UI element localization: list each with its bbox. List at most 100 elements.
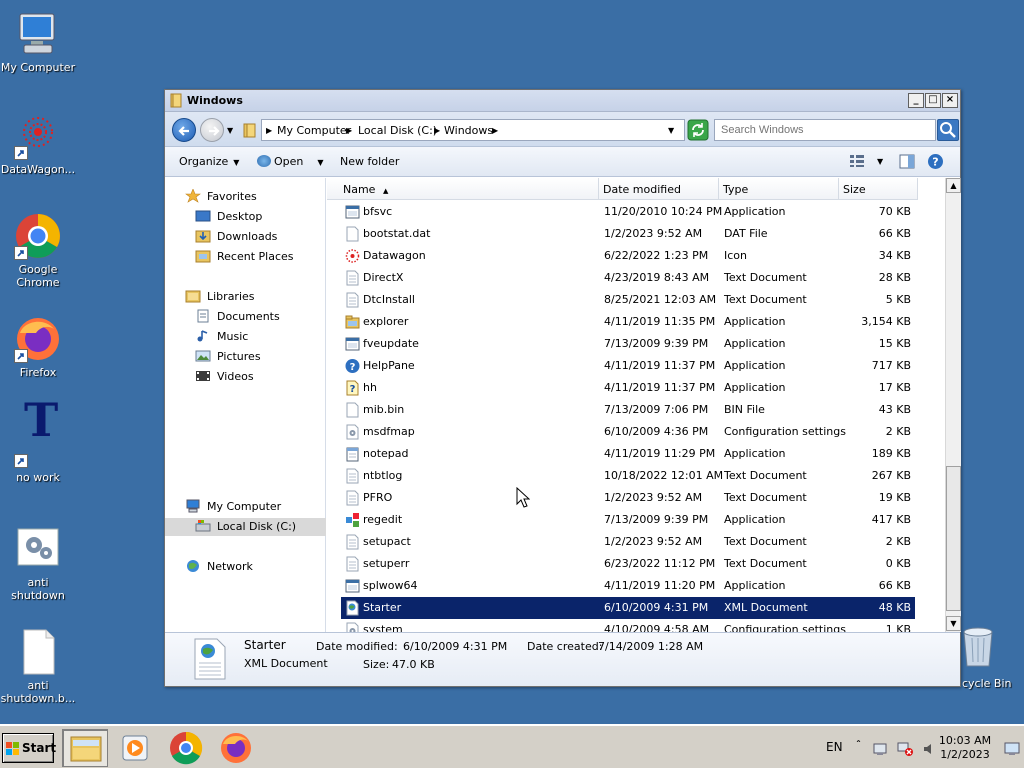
- file-name: bootstat.dat: [363, 227, 431, 240]
- file-row[interactable]: DtcInstall 8/25/2021 12:03 AM Text Documen…: [341, 289, 915, 311]
- file-row[interactable]: bfsvc 11/20/2010 10:24 PM Application 70 KB: [341, 201, 915, 223]
- desktop-icon-google-chrome[interactable]: Google Chrome: [0, 212, 76, 289]
- file-row[interactable]: notepad 4/11/2019 11:29 PM Application 189 …: [341, 443, 915, 465]
- language-indicator[interactable]: EN: [826, 740, 843, 754]
- forward-button[interactable]: [200, 118, 224, 142]
- file-name: explorer: [363, 315, 409, 328]
- file-row[interactable]: system 4/10/2009 4:58 AM Configuration set…: [341, 619, 915, 632]
- file-row[interactable]: bootstat.dat 1/2/2023 9:52 AM DAT File 66 K…: [341, 223, 915, 245]
- refresh-button[interactable]: [687, 119, 709, 141]
- volume-icon[interactable]: [922, 741, 936, 760]
- taskbar-media-player[interactable]: [112, 729, 158, 767]
- maximize-button[interactable]: □: [925, 93, 941, 108]
- open-button[interactable]: Open ▼: [257, 155, 324, 168]
- file-date-modified: 6/22/2022 1:23 PM: [604, 249, 709, 262]
- desktop-icon-anti-shutdown[interactable]: anti shutdown: [0, 525, 76, 602]
- desktop-icon-label: Firefox: [19, 366, 57, 379]
- file-row[interactable]: regedit 7/13/2009 9:39 PM Application 417 K…: [341, 509, 915, 531]
- sort-ascending-icon: ▲: [382, 187, 389, 195]
- clock[interactable]: 10:03 AM 1/2/2023: [936, 734, 994, 762]
- details-pane: Starter XML Document Date modified: 6/10…: [165, 632, 960, 686]
- file-row[interactable]: explorer 4/11/2019 11:35 PM Application 3,1…: [341, 311, 915, 333]
- breadcrumb-local-disk[interactable]: Local Disk (C:): [358, 124, 437, 137]
- title-bar[interactable]: Windows _ □ ×: [165, 90, 960, 112]
- downloads-icon: [195, 229, 211, 243]
- vertical-scrollbar[interactable]: ▲ ▼: [945, 178, 961, 632]
- file-size: 2 KB: [885, 425, 911, 438]
- column-header-type[interactable]: Type: [719, 178, 839, 200]
- back-button[interactable]: [172, 118, 196, 142]
- file-row[interactable]: msdfmap 6/10/2009 4:36 PM Configuration se…: [341, 421, 915, 443]
- file-name: DirectX: [363, 271, 404, 284]
- action-center-icon[interactable]: [872, 741, 888, 760]
- organize-button[interactable]: Organize ▼: [179, 155, 239, 168]
- nav-recent-places[interactable]: Recent Places: [165, 248, 326, 266]
- search-button[interactable]: [937, 119, 959, 141]
- taskbar-chrome[interactable]: [163, 729, 209, 767]
- file-date-modified: 4/11/2019 11:20 PM: [604, 579, 716, 592]
- file-date-modified: 1/2/2023 9:52 AM: [604, 227, 703, 240]
- view-options-caret-icon[interactable]: ▼: [877, 157, 883, 166]
- desktop-icon-anti-shutdown-bat[interactable]: anti shutdown.b...: [0, 628, 76, 705]
- column-header-date[interactable]: Date modified: [599, 178, 719, 200]
- nav-downloads[interactable]: Downloads: [165, 228, 326, 246]
- file-date-modified: 4/11/2019 11:35 PM: [604, 315, 716, 328]
- minimize-button[interactable]: _: [908, 93, 924, 108]
- network-status-icon[interactable]: [896, 741, 914, 760]
- desktop-icon-no-work[interactable]: T no work: [0, 397, 76, 484]
- start-label: Start: [22, 741, 57, 755]
- desktop-icon-my-computer[interactable]: My Computer: [0, 10, 76, 74]
- nav-desktop[interactable]: Desktop: [165, 208, 326, 226]
- file-row[interactable]: fveupdate 7/13/2009 9:39 PM Application 15 …: [341, 333, 915, 355]
- file-row[interactable]: splwow64 4/11/2019 11:20 PM Application 66 …: [341, 575, 915, 597]
- scroll-down-arrow-icon[interactable]: ▼: [946, 616, 961, 631]
- nav-music[interactable]: Music: [165, 328, 326, 346]
- desktop-icon-firefox[interactable]: Firefox: [0, 315, 76, 379]
- preview-pane-icon[interactable]: [899, 154, 915, 172]
- recycle-bin-icon[interactable]: [958, 624, 998, 668]
- search-input[interactable]: [714, 119, 936, 141]
- file-row[interactable]: ? HelpPane 4/11/2019 11:37 PM Application 71…: [341, 355, 915, 377]
- address-dropdown-icon[interactable]: ▼: [668, 126, 674, 135]
- nav-network[interactable]: Network: [165, 558, 326, 576]
- breadcrumb-windows[interactable]: Windows: [444, 124, 493, 137]
- taskbar-explorer[interactable]: [62, 729, 108, 767]
- desktop-icon-datawagon[interactable]: DataWagon...: [0, 112, 76, 176]
- file-row[interactable]: setupact 1/2/2023 9:52 AM Text Document 2 K…: [341, 531, 915, 553]
- file-row[interactable]: Starter 6/10/2009 4:31 PM XML Document 48 K…: [341, 597, 915, 619]
- show-desktop-icon[interactable]: [1004, 742, 1020, 759]
- address-field[interactable]: ▶ My Computer ▶ Local Disk (C:) ▶ Window…: [261, 119, 685, 141]
- scroll-thumb[interactable]: [946, 466, 961, 611]
- column-header-size[interactable]: Size: [839, 178, 918, 200]
- local-disk-icon: [195, 519, 211, 533]
- taskbar-firefox[interactable]: [213, 729, 259, 767]
- nav-pictures[interactable]: Pictures: [165, 348, 326, 366]
- file-row[interactable]: DirectX 4/23/2019 8:43 AM Text Document 28 …: [341, 267, 915, 289]
- details-modified-value: 6/10/2009 4:31 PM: [403, 640, 508, 653]
- file-row[interactable]: ? hh 4/11/2019 11:37 PM Application 17 KB: [341, 377, 915, 399]
- firefox-icon: [221, 733, 251, 763]
- file-type: Text Document: [724, 293, 807, 306]
- scroll-up-arrow-icon[interactable]: ▲: [946, 178, 961, 193]
- nav-videos[interactable]: Videos: [165, 368, 326, 386]
- chrome-icon: [14, 212, 62, 260]
- change-view-icon[interactable]: [849, 154, 865, 171]
- start-button[interactable]: Start: [2, 733, 57, 763]
- recent-pages-dropdown-icon[interactable]: ▼: [227, 126, 233, 135]
- file-row[interactable]: setuperr 6/23/2022 11:12 PM Text Document 0…: [341, 553, 915, 575]
- breadcrumb-my-computer[interactable]: My Computer: [277, 124, 351, 137]
- file-row[interactable]: mib.bin 7/13/2009 7:06 PM BIN File 43 KB: [341, 399, 915, 421]
- new-folder-button[interactable]: New folder: [340, 155, 399, 168]
- close-button[interactable]: ×: [942, 93, 958, 108]
- file-row[interactable]: ntbtlog 10/18/2022 12:01 AM Text Document 2…: [341, 465, 915, 487]
- nav-local-disk[interactable]: Local Disk (C:): [165, 518, 326, 536]
- nav-documents[interactable]: Documents: [165, 308, 326, 326]
- nav-libraries[interactable]: Libraries: [165, 288, 326, 306]
- nav-my-computer[interactable]: My Computer: [165, 498, 326, 516]
- help-icon[interactable]: ?: [927, 153, 944, 173]
- file-row[interactable]: PFRO 1/2/2023 9:52 AM Text Document 19 KB: [341, 487, 915, 509]
- column-header-name[interactable]: Name ▲: [327, 178, 599, 200]
- nav-favorites[interactable]: Favorites: [165, 188, 326, 206]
- show-hidden-icons-icon[interactable]: ˆ: [856, 740, 861, 751]
- file-row[interactable]: Datawagon 6/22/2022 1:23 PM Icon 34 KB: [341, 245, 915, 267]
